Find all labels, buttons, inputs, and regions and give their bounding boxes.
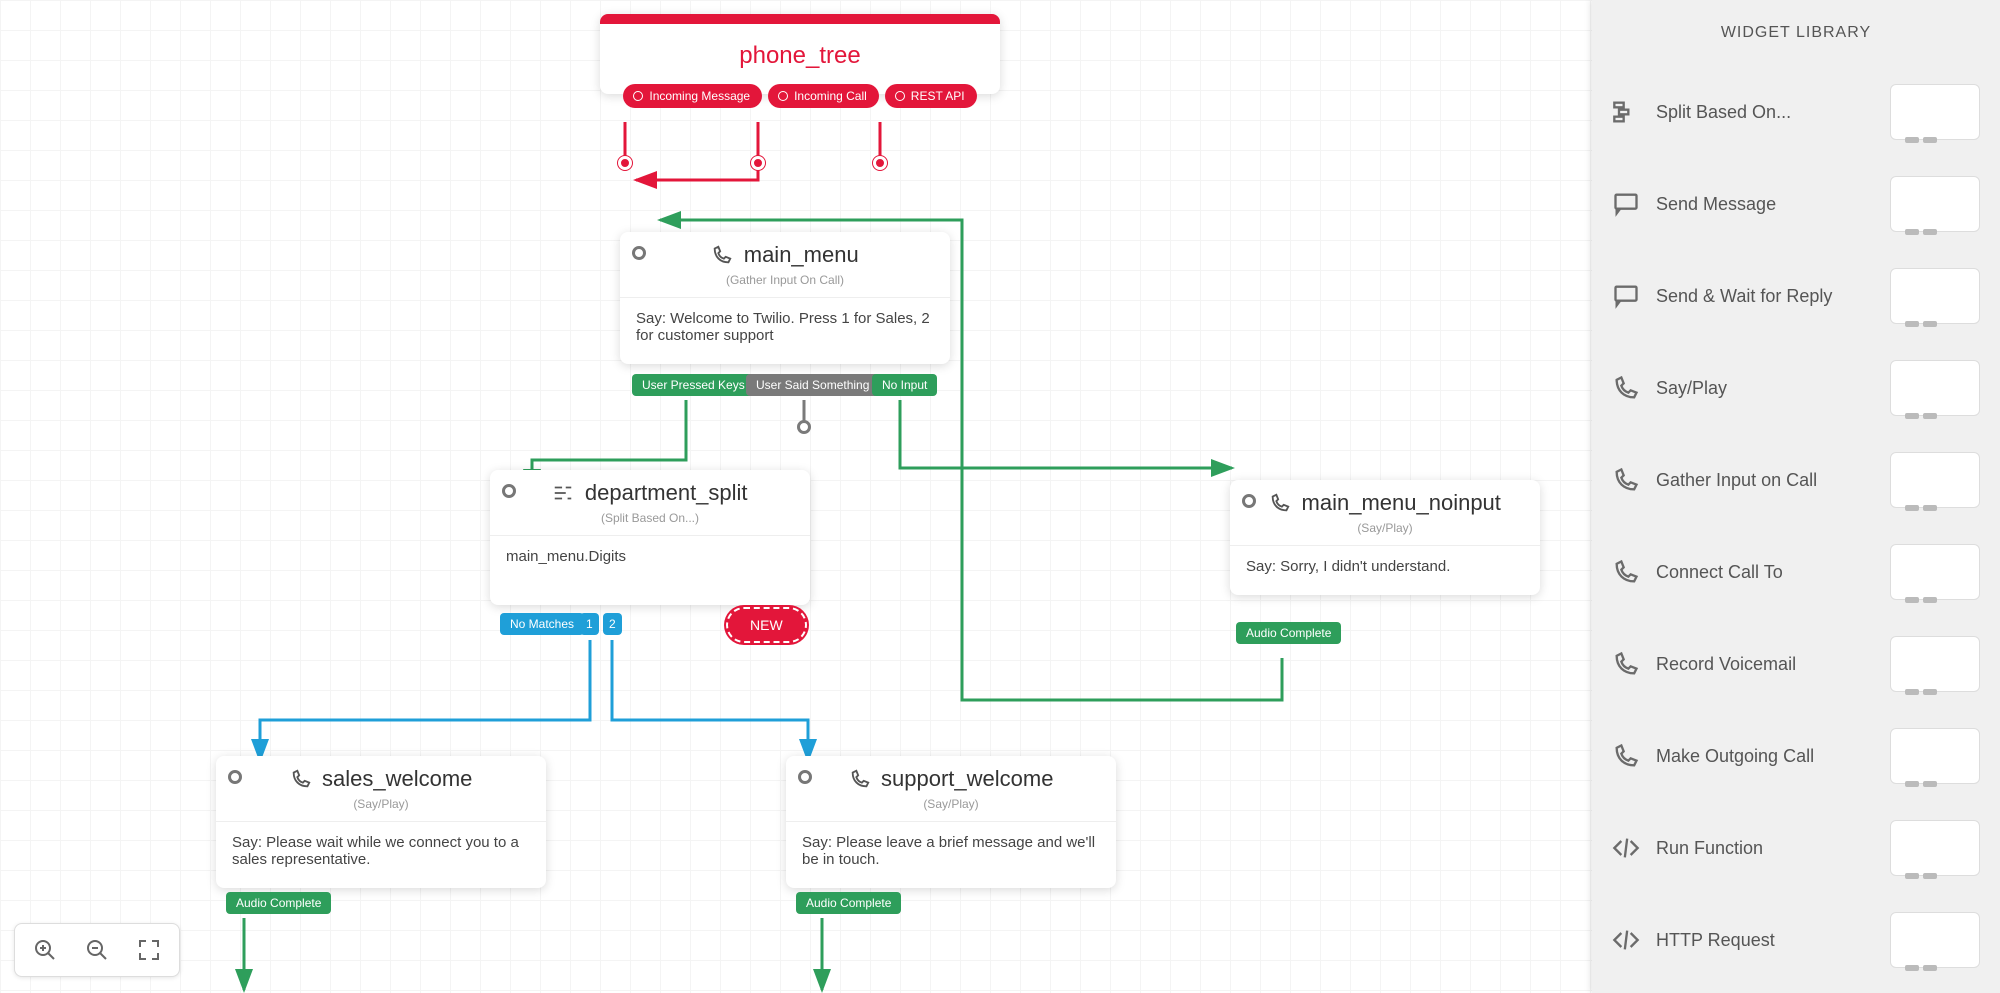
phone-icon [849, 768, 871, 795]
library-item-make-outgoing-call[interactable]: Make Outgoing Call [1592, 710, 2000, 802]
split-icon [1612, 98, 1640, 126]
trigger-pill-incoming-message[interactable]: Incoming Message [623, 84, 762, 108]
node-title: sales_welcome [322, 766, 472, 791]
node-subtitle: (Say/Play) [228, 797, 534, 811]
node-main-menu[interactable]: main_menu (Gather Input On Call) Say: We… [620, 232, 950, 364]
library-item-send-wait-for-reply[interactable]: Send & Wait for Reply [1592, 250, 2000, 342]
out-user-pressed-keys[interactable]: User Pressed Keys [632, 374, 755, 396]
node-body: Say: Please leave a brief message and we… [786, 821, 1116, 888]
phone-icon [711, 244, 733, 271]
zoom-controls [14, 923, 180, 977]
library-item-label: Send Message [1656, 194, 1874, 215]
in-port[interactable] [502, 484, 516, 498]
phone-icon [290, 768, 312, 795]
library-item-thumb [1890, 452, 1980, 508]
library-item-label: Record Voicemail [1656, 654, 1874, 675]
library-item-thumb [1890, 728, 1980, 784]
node-subtitle: (Say/Play) [1242, 521, 1528, 535]
node-department-split[interactable]: department_split (Split Based On...) mai… [490, 470, 810, 605]
node-body: main_menu.Digits [490, 535, 810, 605]
trigger-pill-incoming-call[interactable]: Incoming Call [768, 84, 879, 108]
msg-icon [1612, 282, 1640, 310]
node-body: Say: Please wait while we connect you to… [216, 821, 546, 888]
node-title: main_menu_noinput [1302, 490, 1501, 515]
library-item-label: Split Based On... [1656, 102, 1874, 123]
out-user-said-something[interactable]: User Said Something [746, 374, 879, 396]
phone-icon [1612, 650, 1640, 678]
library-item-thumb [1890, 912, 1980, 968]
in-port[interactable] [632, 246, 646, 260]
trigger-node[interactable]: phone_tree Incoming Message Incoming Cal… [600, 14, 1000, 94]
library-item-label: Send & Wait for Reply [1656, 286, 1874, 307]
node-support-welcome[interactable]: support_welcome (Say/Play) Say: Please l… [786, 756, 1116, 888]
in-port[interactable] [798, 770, 812, 784]
phone-icon [1612, 374, 1640, 402]
phone-icon [1612, 466, 1640, 494]
code-icon [1612, 834, 1640, 862]
node-body: Say: Sorry, I didn't understand. [1230, 545, 1540, 595]
library-item-thumb [1890, 268, 1980, 324]
phone-icon [1269, 492, 1291, 519]
node-title: support_welcome [881, 766, 1053, 791]
in-port[interactable] [228, 770, 242, 784]
library-item-label: Run Function [1656, 838, 1874, 859]
library-item-label: HTTP Request [1656, 930, 1874, 951]
widget-library-panel[interactable]: WIDGET LIBRARY Split Based On... Send Mes… [1592, 0, 2000, 993]
out-dot-said-something[interactable] [797, 420, 811, 434]
library-item-thumb [1890, 820, 1980, 876]
library-title: WIDGET LIBRARY [1592, 0, 2000, 66]
out-no-input[interactable]: No Input [872, 374, 937, 396]
library-item-gather-input-on-call[interactable]: Gather Input on Call [1592, 434, 2000, 526]
out-option-2[interactable]: 2 [603, 613, 622, 635]
phone-icon [1612, 742, 1640, 770]
zoom-fit-button[interactable] [125, 930, 173, 970]
library-item-label: Gather Input on Call [1656, 470, 1874, 491]
library-item-say-play[interactable]: Say/Play [1592, 342, 2000, 434]
msg-icon [1612, 190, 1640, 218]
library-item-thumb [1890, 544, 1980, 600]
library-item-split-based-on[interactable]: Split Based On... [1592, 66, 2000, 158]
node-title: department_split [585, 480, 748, 505]
zoom-out-button[interactable] [73, 930, 121, 970]
library-item-label: Connect Call To [1656, 562, 1874, 583]
trigger-out-dot-3[interactable] [873, 156, 887, 170]
node-title: main_menu [744, 242, 859, 267]
code-icon [1612, 926, 1640, 954]
out-audio-complete[interactable]: Audio Complete [796, 892, 901, 914]
library-item-thumb [1890, 360, 1980, 416]
node-main-menu-noinput[interactable]: main_menu_noinput (Say/Play) Say: Sorry,… [1230, 480, 1540, 595]
phone-icon [1612, 558, 1640, 586]
out-no-matches[interactable]: No Matches [500, 613, 584, 635]
split-icon [552, 482, 574, 509]
library-item-run-function[interactable]: Run Function [1592, 802, 2000, 894]
library-item-record-voicemail[interactable]: Record Voicemail [1592, 618, 2000, 710]
in-port[interactable] [1242, 494, 1256, 508]
library-item-thumb [1890, 176, 1980, 232]
new-condition-button[interactable]: NEW [726, 607, 807, 643]
node-body: Say: Welcome to Twilio. Press 1 for Sale… [620, 297, 950, 364]
out-audio-complete[interactable]: Audio Complete [226, 892, 331, 914]
node-subtitle: (Say/Play) [798, 797, 1104, 811]
out-option-1[interactable]: 1 [580, 613, 599, 635]
library-item-label: Say/Play [1656, 378, 1874, 399]
library-item-thumb [1890, 84, 1980, 140]
library-item-http-request[interactable]: HTTP Request [1592, 894, 2000, 986]
library-item-connect-call-to[interactable]: Connect Call To [1592, 526, 2000, 618]
trigger-out-dot-2[interactable] [751, 156, 765, 170]
zoom-in-button[interactable] [21, 930, 69, 970]
node-subtitle: (Split Based On...) [502, 511, 798, 525]
trigger-out-dot-1[interactable] [618, 156, 632, 170]
library-item-thumb [1890, 636, 1980, 692]
out-audio-complete[interactable]: Audio Complete [1236, 622, 1341, 644]
trigger-pill-rest-api[interactable]: REST API [885, 84, 977, 108]
library-item-send-message[interactable]: Send Message [1592, 158, 2000, 250]
library-item-label: Make Outgoing Call [1656, 746, 1874, 767]
node-subtitle: (Gather Input On Call) [632, 273, 938, 287]
node-sales-welcome[interactable]: sales_welcome (Say/Play) Say: Please wai… [216, 756, 546, 888]
